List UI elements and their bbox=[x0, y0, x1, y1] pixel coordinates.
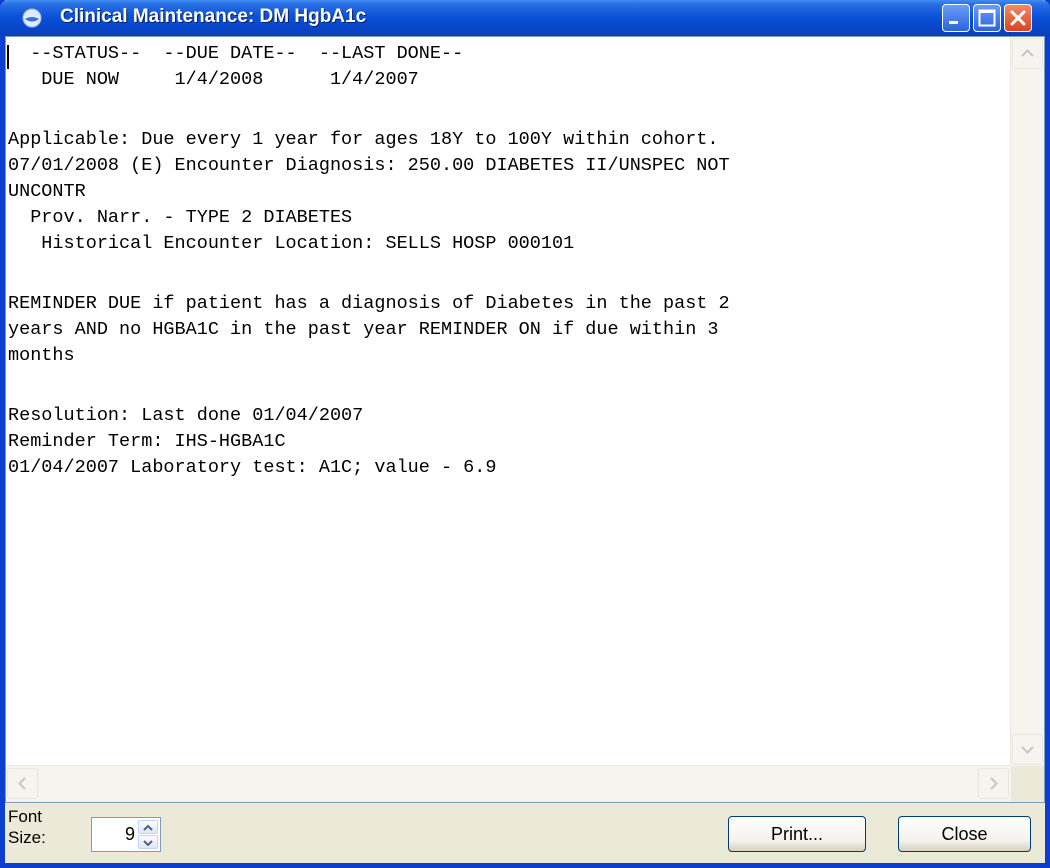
footer-bar: Font Size: 9 Print... Close bbox=[5, 803, 1045, 863]
close-icon bbox=[1010, 10, 1026, 26]
report-line: --STATUS-- --DUE DATE-- --LAST DONE-- bbox=[8, 43, 464, 64]
chevron-right-icon bbox=[990, 777, 998, 790]
title-bar[interactable]: Clinical Maintenance: DM HgbA1c bbox=[0, 0, 1050, 36]
dialog-content: --STATUS-- --DUE DATE-- --LAST DONE-- DU… bbox=[5, 36, 1045, 863]
chevron-left-icon bbox=[18, 777, 26, 790]
arrow-up-icon bbox=[143, 824, 153, 831]
report-line: Historical Encounter Location: SELLS HOS… bbox=[8, 233, 575, 254]
arrow-down-icon bbox=[143, 840, 153, 847]
reminder-globe-icon bbox=[22, 8, 42, 28]
report-line: Reminder Term: IHS-HGBA1C bbox=[8, 431, 286, 452]
report-line: Prov. Narr. - TYPE 2 DIABETES bbox=[8, 207, 353, 228]
minimize-button[interactable] bbox=[942, 4, 970, 32]
scrollbar-corner bbox=[1011, 766, 1044, 802]
close-button[interactable]: Close bbox=[898, 816, 1031, 852]
scroll-up-button[interactable] bbox=[1012, 38, 1043, 69]
scroll-down-button[interactable] bbox=[1012, 734, 1043, 765]
font-size-value[interactable]: 9 bbox=[92, 824, 135, 845]
report-line: months bbox=[8, 345, 75, 366]
window-title: Clinical Maintenance: DM HgbA1c bbox=[60, 6, 367, 27]
report-line: years AND no HGBA1C in the past year REM… bbox=[8, 319, 719, 340]
report-text-area[interactable]: --STATUS-- --DUE DATE-- --LAST DONE-- DU… bbox=[6, 41, 1011, 756]
report-line: Resolution: Last done 01/04/2007 bbox=[8, 405, 364, 426]
report-line: REMINDER DUE if patient has a diagnosis … bbox=[8, 293, 730, 314]
minimize-icon bbox=[949, 21, 958, 24]
clinical-maintenance-window: Clinical Maintenance: DM HgbA1c --STATUS… bbox=[0, 0, 1050, 868]
chevron-up-icon bbox=[1021, 49, 1034, 57]
chevron-down-icon bbox=[1021, 746, 1034, 754]
maximize-button[interactable] bbox=[973, 4, 1001, 32]
horizontal-scrollbar[interactable] bbox=[6, 765, 1011, 802]
font-size-up-button[interactable] bbox=[138, 820, 158, 834]
report-line: UNCONTR bbox=[8, 181, 86, 202]
font-size-label-line2: Size: bbox=[8, 828, 46, 847]
close-window-button[interactable] bbox=[1004, 4, 1032, 32]
report-line: Applicable: Due every 1 year for ages 18… bbox=[8, 129, 719, 150]
spinner-buttons bbox=[138, 820, 158, 849]
report-memo[interactable]: --STATUS-- --DUE DATE-- --LAST DONE-- DU… bbox=[5, 36, 1045, 803]
maximize-icon bbox=[978, 9, 996, 27]
print-button[interactable]: Print... bbox=[728, 816, 866, 852]
vertical-scrollbar[interactable] bbox=[1010, 37, 1044, 767]
report-line: 07/01/2008 (E) Encounter Diagnosis: 250.… bbox=[8, 155, 730, 176]
report-line: 01/04/2007 Laboratory test: A1C; value -… bbox=[8, 457, 497, 478]
scroll-left-button[interactable] bbox=[7, 768, 38, 799]
font-size-label: Font Size: bbox=[8, 806, 58, 848]
font-size-down-button[interactable] bbox=[138, 835, 158, 849]
font-size-spinner[interactable]: 9 bbox=[91, 817, 161, 852]
scroll-right-button[interactable] bbox=[978, 768, 1009, 799]
report-line: DUE NOW 1/4/2008 1/4/2007 bbox=[8, 69, 419, 90]
font-size-label-line1: Font bbox=[8, 807, 43, 826]
